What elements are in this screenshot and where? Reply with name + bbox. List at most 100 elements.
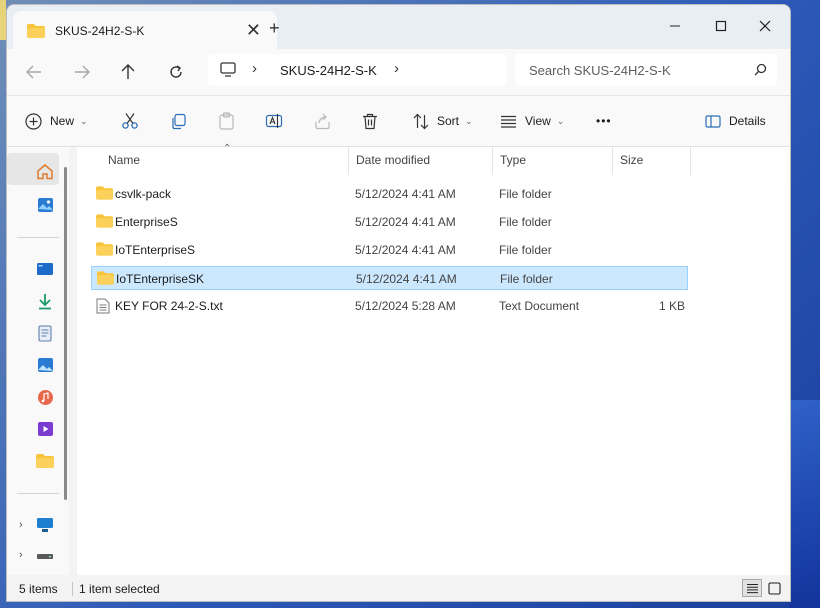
chevron-down-icon: ⌄ — [556, 115, 565, 126]
sort-button[interactable]: Sort ⌄ — [413, 108, 473, 134]
breadcrumb-current[interactable]: SKUS-24H2-S-K — [280, 63, 377, 78]
file-name: KEY FOR 24-2-S.txt — [115, 299, 223, 313]
sidebar-item-this-pc[interactable] — [35, 515, 55, 535]
folder-icon — [97, 271, 114, 288]
details-view-button[interactable] — [742, 579, 762, 597]
chevron-down-icon: ⌄ — [80, 115, 88, 126]
share-button[interactable] — [314, 108, 331, 134]
tiles-view-button[interactable] — [764, 579, 784, 597]
details-button[interactable]: Details — [705, 108, 766, 134]
more-options-button[interactable]: ••• — [596, 108, 612, 134]
column-divider[interactable] — [690, 147, 691, 175]
table-row[interactable]: IoTEnterpriseS 5/12/2024 4:41 AM File fo… — [91, 238, 688, 262]
sidebar-item-network-drive[interactable] — [35, 547, 55, 567]
back-button[interactable] — [21, 60, 47, 84]
folder-icon — [36, 454, 54, 468]
sidebar-scrollbar[interactable] — [64, 167, 67, 500]
status-divider — [72, 582, 73, 596]
sidebar-item-pictures[interactable] — [35, 355, 55, 375]
table-row-selected[interactable]: IoTEnterpriseSK 5/12/2024 4:41 AM File f… — [91, 266, 688, 290]
column-divider[interactable] — [348, 147, 349, 175]
file-type: File folder — [500, 272, 553, 286]
desktop-wallpaper — [789, 400, 820, 608]
arrow-left-icon — [26, 65, 41, 79]
maximize-icon — [715, 20, 727, 32]
file-date: 5/12/2024 5:28 AM — [355, 299, 456, 313]
minimize-icon — [670, 25, 680, 27]
new-tab-button[interactable]: + — [269, 18, 280, 39]
copy-button[interactable] — [170, 108, 187, 134]
tab-skus[interactable]: SKUS-24H2-S-K ✕ — [13, 11, 277, 49]
column-header-type[interactable]: Type — [500, 153, 526, 167]
trash-icon — [363, 113, 377, 129]
home-icon — [37, 163, 53, 179]
table-row[interactable]: csvlk-pack 5/12/2024 4:41 AM File folder — [91, 182, 688, 206]
sidebar-item-documents[interactable] — [35, 323, 55, 343]
rename-icon — [265, 114, 283, 128]
minimize-button[interactable] — [653, 12, 697, 40]
tiles-view-icon — [767, 581, 781, 595]
refresh-icon — [170, 65, 182, 78]
column-divider[interactable] — [612, 147, 613, 175]
selection-count: 1 item selected — [79, 582, 160, 596]
details-view-icon — [746, 583, 758, 593]
close-window-button[interactable] — [743, 12, 787, 40]
view-button[interactable]: View ⌄ — [500, 108, 564, 134]
document-icon — [38, 324, 52, 342]
sort-ascending-icon: ⌃ — [223, 143, 232, 154]
folder-icon — [96, 214, 113, 231]
delete-button[interactable] — [362, 108, 378, 134]
column-header-date[interactable]: Date modified — [356, 153, 430, 167]
paste-button[interactable] — [218, 108, 235, 134]
rename-button[interactable] — [265, 108, 283, 134]
copy-icon — [172, 113, 186, 129]
status-bar: 5 items 1 item selected — [7, 575, 790, 601]
sidebar-item-gallery[interactable] — [35, 195, 55, 215]
command-bar: New ⌄ Sort ⌄ View ⌄ ••• Details — [7, 96, 790, 147]
file-type: File folder — [499, 243, 552, 257]
close-tab-icon[interactable]: ✕ — [246, 20, 261, 41]
maximize-button[interactable] — [699, 12, 743, 40]
new-button[interactable]: New ⌄ — [25, 108, 88, 134]
file-name: EnterpriseS — [115, 215, 178, 229]
column-header-size[interactable]: Size — [620, 153, 643, 167]
column-header-name[interactable]: Name — [108, 153, 140, 167]
search-icon — [754, 63, 767, 79]
details-pane-icon — [705, 114, 721, 128]
chevron-right-icon[interactable]: › — [19, 519, 23, 531]
file-type: Text Document — [499, 299, 580, 313]
file-name: IoTEnterpriseSK — [116, 272, 205, 286]
address-box[interactable]: › SKUS-24H2-S-K › — [208, 54, 506, 86]
forward-button[interactable] — [69, 60, 95, 84]
sidebar-item-folder[interactable] — [35, 451, 55, 471]
sidebar-item-desktop[interactable] — [35, 259, 55, 279]
chevron-right-icon: › — [252, 60, 257, 77]
sort-label: Sort — [437, 114, 460, 128]
file-date: 5/12/2024 4:41 AM — [355, 243, 456, 257]
table-row[interactable]: KEY FOR 24-2-S.txt 5/12/2024 5:28 AM Tex… — [91, 294, 688, 318]
computer-icon — [37, 518, 53, 532]
table-row[interactable]: EnterpriseS 5/12/2024 4:41 AM File folde… — [91, 210, 688, 234]
chevron-down-icon: ⌄ — [465, 115, 473, 126]
chevron-right-icon[interactable]: › — [394, 60, 399, 77]
file-list: ⌃ Name Date modified Type Size csvlk-pac… — [77, 143, 790, 575]
sidebar-item-music[interactable] — [35, 387, 55, 407]
title-bar: SKUS-24H2-S-K ✕ + — [7, 5, 790, 49]
up-button[interactable] — [115, 60, 141, 84]
sidebar-item-videos[interactable] — [35, 419, 55, 439]
sidebar-item-home[interactable] — [35, 161, 55, 181]
download-icon — [39, 293, 51, 309]
chevron-right-icon[interactable]: › — [19, 549, 23, 561]
search-input[interactable]: Search SKUS-24H2-S-K — [515, 54, 777, 86]
column-divider[interactable] — [492, 147, 493, 175]
cut-button[interactable] — [121, 108, 139, 134]
file-date: 5/12/2024 4:41 AM — [355, 215, 456, 229]
sidebar-divider — [17, 493, 59, 494]
text-file-icon — [96, 298, 110, 317]
refresh-button[interactable] — [163, 60, 189, 84]
desktop-icon — [37, 263, 53, 275]
pictures-icon — [37, 358, 53, 372]
sidebar-item-downloads[interactable] — [35, 291, 55, 311]
scissors-icon — [122, 113, 138, 129]
details-label: Details — [729, 114, 766, 128]
